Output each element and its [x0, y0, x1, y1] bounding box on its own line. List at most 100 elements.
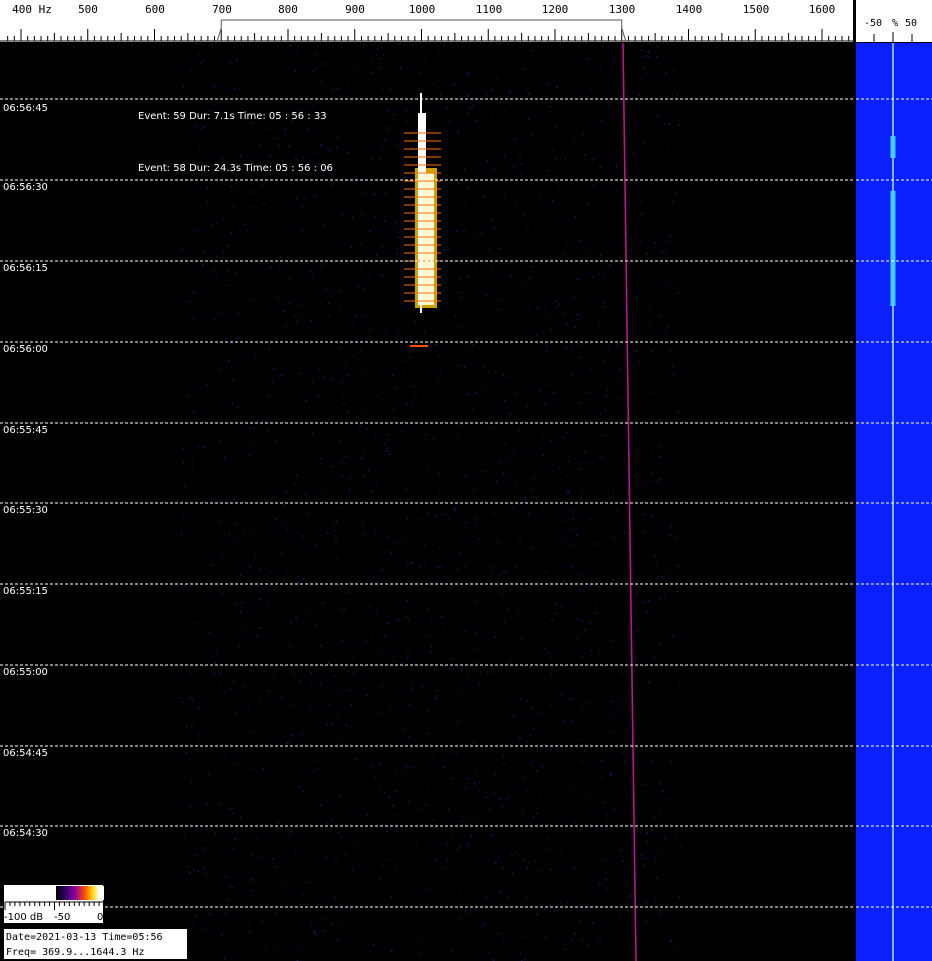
noise-speck: [278, 145, 280, 147]
noise-speck: [417, 564, 419, 567]
noise-speck: [380, 67, 382, 70]
noise-speck: [543, 571, 546, 574]
noise-speck: [590, 88, 593, 91]
noise-speck: [245, 229, 248, 231]
noise-speck: [669, 349, 671, 352]
noise-speck: [448, 808, 450, 811]
noise-speck: [642, 66, 645, 69]
noise-speck: [240, 816, 242, 819]
noise-speck: [191, 468, 193, 470]
noise-speck: [228, 808, 230, 811]
noise-speck: [549, 868, 552, 871]
percent-ticks: [873, 32, 913, 42]
noise-speck: [225, 876, 227, 878]
noise-speck: [315, 934, 317, 936]
noise-speck: [310, 924, 312, 927]
noise-speck: [206, 827, 208, 830]
noise-speck: [319, 302, 321, 304]
noise-speck: [565, 474, 568, 477]
noise-speck: [343, 608, 346, 610]
noise-speck: [386, 580, 389, 582]
noise-speck: [216, 650, 218, 652]
noise-speck: [330, 378, 332, 380]
noise-speck: [501, 593, 503, 595]
noise-speck: [572, 510, 574, 513]
noise-speck: [555, 307, 558, 309]
noise-speck: [273, 137, 276, 140]
noise-speck: [371, 194, 374, 196]
colorbar-legend: -100 dB -50 0: [3, 884, 105, 924]
noise-speck: [439, 535, 441, 537]
noise-speck: [335, 558, 337, 560]
noise-speck: [249, 191, 252, 193]
noise-speck: [446, 859, 448, 861]
noise-speck: [549, 904, 551, 906]
noise-speck: [319, 144, 322, 146]
noise-speck: [202, 849, 204, 851]
noise-speck: [551, 619, 553, 621]
noise-speck: [671, 797, 673, 800]
noise-speck: [406, 120, 408, 122]
noise-speck: [478, 790, 481, 792]
noise-speck: [460, 327, 462, 329]
noise-speck: [656, 56, 658, 58]
noise-speck: [507, 609, 509, 611]
noise-speck: [272, 496, 274, 499]
noise-speck: [322, 602, 324, 604]
noise-speck: [346, 671, 349, 673]
noise-speck: [474, 772, 476, 774]
noise-speck: [335, 861, 337, 863]
noise-speck: [456, 230, 459, 232]
noise-speck: [543, 510, 545, 512]
noise-speck: [386, 622, 388, 624]
noise-speck: [381, 569, 383, 572]
noise-speck: [457, 437, 460, 439]
noise-speck: [406, 562, 409, 564]
noise-speck: [674, 192, 677, 195]
noise-speck: [628, 199, 631, 201]
noise-speck: [281, 515, 284, 517]
noise-speck: [326, 822, 329, 825]
noise-speck: [295, 197, 298, 200]
noise-speck: [275, 912, 278, 914]
noise-speck: [649, 323, 651, 325]
noise-speck: [547, 823, 549, 826]
noise-speck: [591, 462, 593, 465]
noise-speck: [595, 612, 598, 614]
noise-speck: [631, 949, 633, 951]
noise-speck: [473, 741, 475, 743]
noise-speck: [438, 547, 441, 550]
noise-speck: [239, 574, 242, 576]
noise-speck: [249, 566, 252, 568]
noise-speck: [418, 808, 420, 810]
noise-speck: [511, 854, 513, 856]
noise-speck: [502, 472, 505, 474]
noise-speck: [578, 462, 580, 464]
noise-speck: [491, 266, 493, 269]
noise-speck: [192, 318, 195, 320]
noise-speck: [329, 180, 331, 182]
noise-speck: [346, 374, 349, 377]
noise-speck: [348, 492, 350, 494]
noise-speck: [379, 763, 382, 766]
noise-speck: [542, 331, 544, 334]
noise-speck: [365, 340, 367, 342]
noise-speck: [251, 890, 254, 892]
noise-speck: [343, 403, 345, 405]
noise-speck: [193, 292, 195, 294]
noise-speck: [386, 830, 388, 833]
waterfall-display[interactable]: 06:56:45 06:56:30 06:56:15 06:56:00 06:5…: [0, 43, 853, 961]
noise-speck: [394, 827, 397, 829]
noise-speck: [583, 133, 585, 136]
noise-speck: [397, 145, 399, 147]
noise-speck: [267, 417, 269, 419]
noise-speck: [654, 554, 656, 557]
noise-speck: [394, 660, 396, 663]
noise-speck: [203, 59, 205, 61]
noise-speck: [236, 312, 239, 314]
noise-speck: [229, 897, 231, 900]
noise-speck: [521, 283, 523, 285]
noise-speck: [294, 70, 296, 72]
noise-speck: [299, 785, 301, 788]
noise-speck: [180, 697, 182, 700]
